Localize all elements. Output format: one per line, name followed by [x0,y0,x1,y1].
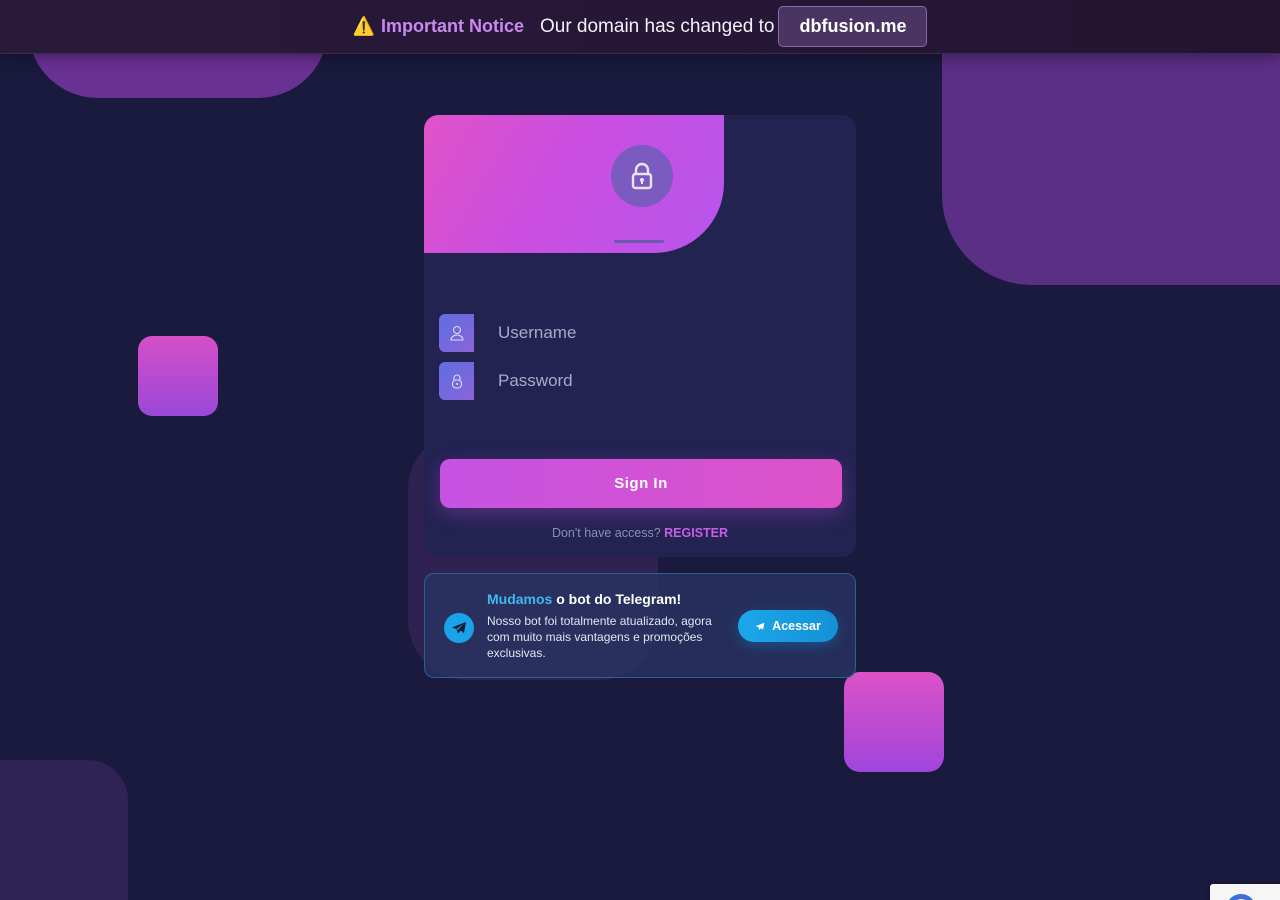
bg-shape-bottom-left [0,760,128,900]
bg-shape-top-right [942,40,1280,285]
domain-badge[interactable]: dbfusion.me [778,6,928,47]
telegram-title-rest: o bot do Telegram! [556,591,682,607]
login-card: Sign In Don't have access? REGISTER [424,115,856,557]
telegram-icon [444,613,474,643]
notice-text: Our domain has changed to [539,15,775,37]
telegram-banner: Mudamos o bot do Telegram! Nosso bot foi… [424,573,856,678]
telegram-description: Nosso bot foi totalmente atualizado, ago… [487,614,712,660]
lock-icon [611,145,673,207]
telegram-button-label: Acessar [772,619,821,633]
header-divider [614,240,664,243]
send-icon [755,622,765,630]
card-header [424,115,724,253]
username-field [439,314,839,352]
bg-square-left [138,336,218,416]
user-icon [439,314,474,352]
password-field [439,362,839,400]
register-prompt: Don't have access? [551,526,661,540]
padlock-icon [439,362,474,400]
notice-title: Important Notice [380,16,524,36]
warning-icon: ⚠️ [352,16,375,37]
register-link[interactable]: REGISTER [664,526,728,540]
register-row: Don't have access? REGISTER [424,526,856,540]
password-input[interactable] [474,362,839,400]
sign-in-button[interactable]: Sign In [440,459,842,508]
telegram-title: Mudamos o bot do Telegram! [487,591,681,607]
username-input[interactable] [474,314,839,352]
notice-bar: ⚠️ Important Notice Our domain has chang… [0,0,1280,54]
telegram-access-button[interactable]: Acessar [738,610,838,642]
recaptcha-icon [1226,894,1256,900]
bg-square-right [844,672,944,772]
telegram-title-highlight: Mudamos [487,591,553,607]
recaptcha-badge[interactable] [1210,884,1280,900]
